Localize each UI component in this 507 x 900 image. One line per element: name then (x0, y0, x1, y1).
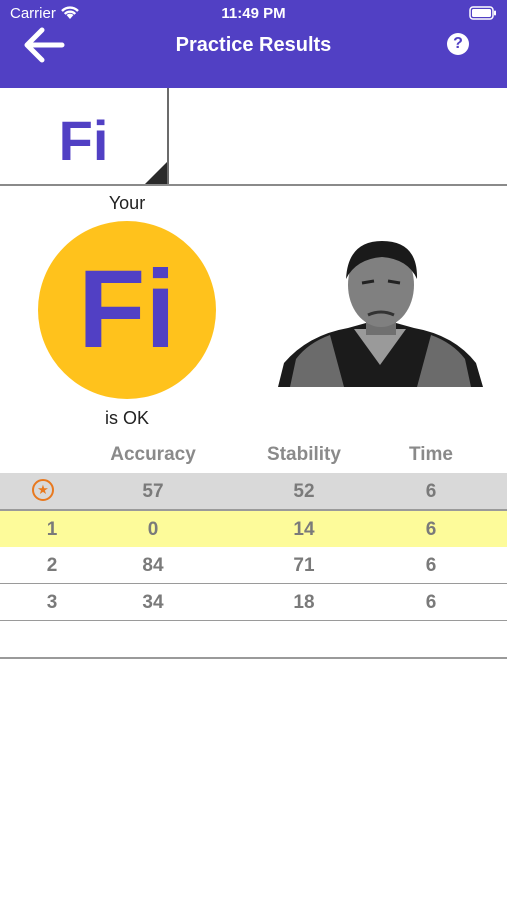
row-index: 3 (46, 592, 58, 613)
result-status: is OK (104, 408, 149, 428)
status-bar: Carrier 11:49 PM (0, 0, 507, 28)
tab-fi[interactable]: Fi (0, 88, 169, 184)
help-button[interactable]: ? (447, 33, 469, 55)
best-result-row[interactable]: ★ 57 52 6 (0, 473, 507, 511)
table-row[interactable]: 1 0 14 6 (0, 510, 507, 549)
row-stability: 14 (293, 519, 315, 540)
star-badge-icon: ★ (32, 479, 54, 501)
table-row[interactable]: 3 34 18 6 (0, 584, 507, 622)
column-header-accuracy: Accuracy (110, 444, 196, 465)
row-index: 1 (46, 519, 58, 540)
user-photo (278, 235, 483, 387)
row-accuracy: 84 (142, 555, 164, 576)
best-stability: 52 (293, 481, 315, 502)
row-index: 2 (46, 555, 58, 576)
best-time: 6 (425, 481, 437, 502)
battery-icon (469, 6, 496, 20)
app-header: Carrier 11:49 PM Practice Results ? (0, 0, 507, 88)
column-header-time: Time (408, 444, 453, 465)
result-badge: Fi (38, 221, 216, 399)
tab-selected-corner (145, 162, 167, 184)
row-time: 6 (425, 555, 437, 576)
tab-fi-label: Fi (58, 109, 109, 172)
row-stability: 71 (293, 555, 315, 576)
result-tabstrip: Fi (0, 88, 507, 186)
your-label: Your (108, 193, 146, 213)
column-header-stability: Stability (267, 444, 341, 465)
empty-table-row (0, 621, 507, 659)
row-accuracy: 34 (142, 592, 164, 613)
row-accuracy: 0 (147, 519, 159, 540)
row-time: 6 (425, 519, 437, 540)
row-time: 6 (425, 592, 437, 613)
table-row[interactable]: 2 84 71 6 (0, 547, 507, 585)
status-time: 11:49 PM (221, 5, 286, 22)
best-accuracy: 57 (142, 481, 164, 502)
page-title: Practice Results (175, 34, 332, 56)
row-stability: 18 (293, 592, 315, 613)
